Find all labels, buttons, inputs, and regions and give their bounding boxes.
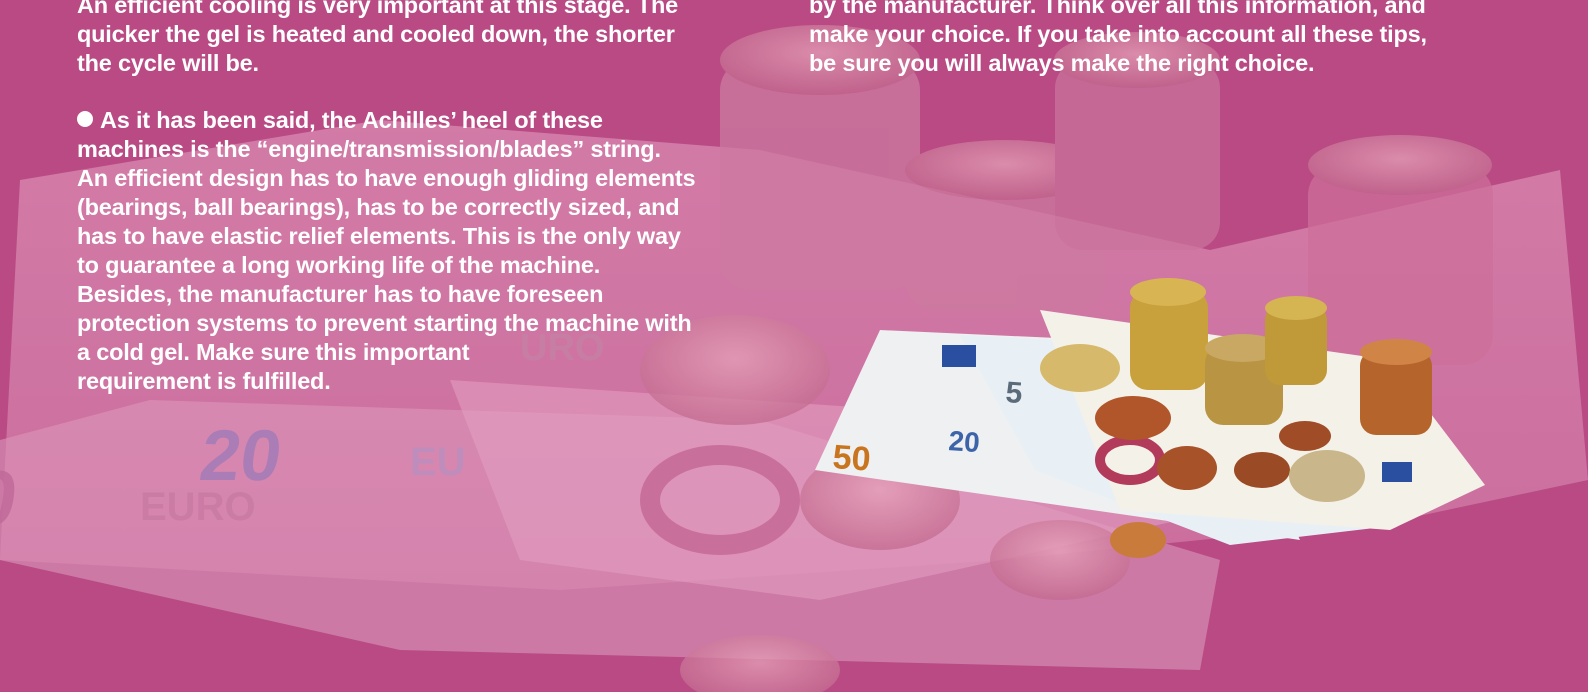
left-para1-line: An efficient cooling is very important a…: [77, 0, 679, 18]
svg-text:EU: EU: [410, 440, 466, 484]
left-para2-line: machines is the “engine/transmission/bla…: [77, 136, 661, 162]
svg-text:20: 20: [195, 416, 286, 496]
left-para2-line: An efficient design has to have enough g…: [77, 165, 696, 191]
svg-text:20: 20: [948, 425, 981, 458]
left-text-column: An efficient cooling is very important a…: [77, 0, 767, 78]
right-para-line: be sure you will always make the right c…: [809, 50, 1315, 76]
right-para-line: make your choice. If you take into accou…: [809, 21, 1427, 47]
left-para2-line: Besides, the manufacturer has to have fo…: [77, 281, 604, 307]
left-para2-first-line: As it has been said, the Achilles’ heel …: [77, 106, 767, 135]
left-text-paragraph-2: As it has been said, the Achilles’ heel …: [77, 106, 767, 396]
svg-text:5: 5: [1005, 376, 1024, 410]
left-para2-line: has to have elastic relief elements. Thi…: [77, 223, 681, 249]
svg-text:50: 50: [831, 438, 871, 479]
left-para2-line: to guarantee a long working life of the …: [77, 252, 601, 278]
left-para1-line: the cycle will be.: [77, 50, 259, 76]
left-para2-line: As it has been said, the Achilles’ heel …: [100, 107, 603, 133]
left-para2-line: a cold gel. Make sure this important: [77, 339, 470, 365]
right-para-line: by the manufacturer. Think over all this…: [809, 0, 1426, 18]
left-para1-line: quicker the gel is heated and cooled dow…: [77, 21, 675, 47]
bullet-icon: [77, 111, 93, 127]
left-para2-line: requirement is fulfilled.: [77, 368, 331, 394]
left-para2-line: (bearings, ball bearings), has to be cor…: [77, 194, 680, 220]
right-text-column: by the manufacturer. Think over all this…: [809, 0, 1509, 78]
left-para2-line: protection systems to prevent starting t…: [77, 310, 692, 336]
